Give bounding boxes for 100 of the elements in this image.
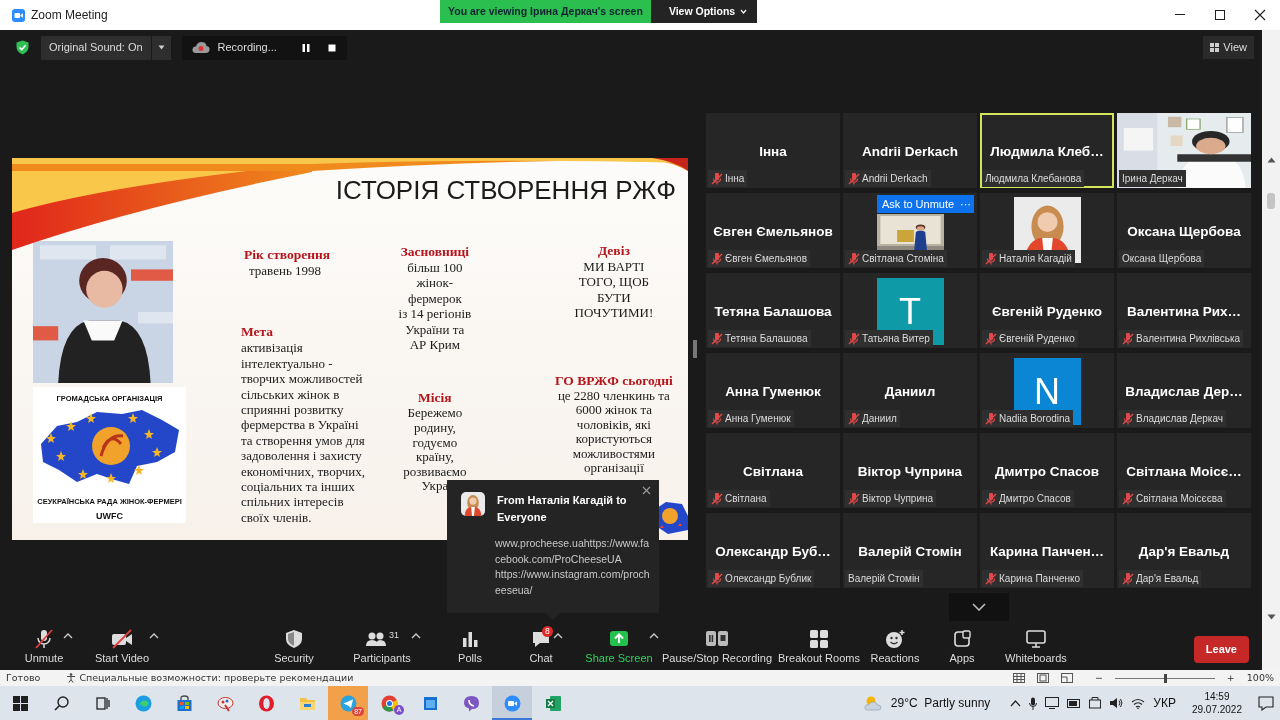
video-tile[interactable]: Ірина Деркач — [1117, 113, 1251, 188]
caret-button[interactable] — [411, 633, 421, 639]
toolbar-button[interactable]: Share Screen — [583, 629, 655, 665]
video-tile[interactable]: Віктор Чуприна Віктор Чуприна — [843, 433, 977, 508]
accessibility-icon — [66, 673, 77, 683]
scrollbar-thumb[interactable] — [1267, 193, 1275, 209]
speaker-icon[interactable] — [1109, 697, 1124, 709]
toolbar-button[interactable]: Apps — [944, 629, 980, 665]
splitter-handle[interactable] — [693, 340, 697, 358]
video-tile[interactable]: Інна Інна — [706, 113, 840, 188]
video-tile[interactable]: Даниил Даниил — [843, 353, 977, 428]
logo-caption: UWFC — [96, 509, 123, 523]
chat-message: www.procheese.uahttps://www.facebook.com/ProCheeseUA https://www.instagram.com/procheeseua/ — [495, 536, 651, 598]
toolbar-button[interactable]: Unmute — [19, 629, 69, 665]
slider-thumb[interactable] — [1163, 673, 1167, 683]
status-text: Готово — [6, 670, 41, 685]
video-tile[interactable]: Наталія Кагадій — [980, 193, 1114, 268]
mic-icon[interactable] — [1029, 696, 1038, 710]
video-tile[interactable]: T Татьяна Витер — [843, 273, 977, 348]
video-tile[interactable]: Світлана Моісє… Світлана Моісєєва — [1117, 433, 1251, 508]
pause-icon[interactable] — [300, 42, 311, 53]
video-tile[interactable]: Олександр Буб… Олександр Бублик — [706, 513, 840, 588]
notification-icon[interactable] — [1258, 695, 1274, 711]
ask-to-unmute-button[interactable]: Ask to Unmute — [877, 195, 960, 213]
video-tile[interactable]: Владислав Дер… Владислав Деркач — [1117, 353, 1251, 428]
browser-icon — [380, 694, 398, 712]
normal-view-icon[interactable] — [1012, 673, 1025, 683]
clock-date[interactable]: 29.07.2022 — [1191, 703, 1242, 716]
video-tile[interactable]: Людмила Клеб… Людмила Клебанова — [980, 113, 1114, 188]
more-button[interactable]: ··· — [957, 195, 974, 213]
participant-count: 31 — [389, 629, 399, 642]
maximize-icon[interactable] — [1214, 9, 1226, 21]
zoom-out-button[interactable]: − — [1094, 670, 1103, 686]
video-tile[interactable]: Валентина Рих… Валентина Рихлівська — [1117, 273, 1251, 348]
screen-share-banner: You are viewing Ірина Деркач's screen — [440, 0, 651, 23]
participant-label: Наталія Кагадій — [999, 252, 1072, 265]
accessibility-status[interactable]: Специальные возможности: проверьте рекомендации — [79, 670, 354, 686]
video-tile[interactable]: Валерій Стомін Валерій Стомін — [843, 513, 977, 588]
video-tile[interactable]: Ask to Unmute ··· Світлана Стоміна — [843, 193, 977, 268]
chevron-up-icon[interactable] — [1010, 699, 1022, 707]
toolbar-button[interactable]: Security — [266, 629, 322, 665]
participant-label: Владислав Деркач — [1136, 412, 1224, 425]
original-sound-dropdown[interactable]: Original Sound: On — [41, 35, 171, 60]
participant-label: Світлана Стоміна — [862, 252, 944, 265]
participant-label: Валентина Рихлівська — [1136, 332, 1241, 345]
view-options-button[interactable]: View Options — [650, 0, 758, 23]
toolbar-button[interactable]: Reactions — [867, 629, 923, 665]
video-tile[interactable]: Дмитро Спасов Дмитро Спасов — [980, 433, 1114, 508]
weather-text[interactable]: 29°C Partly sunny — [890, 694, 991, 712]
toolbar-button[interactable]: Whiteboards — [1000, 629, 1072, 665]
toolbar-button[interactable]: 8 Chat — [523, 629, 559, 665]
caret-button[interactable] — [553, 633, 563, 639]
leave-button[interactable]: Leave — [1193, 636, 1249, 663]
close-icon[interactable] — [1254, 9, 1266, 21]
toolbar-button[interactable]: 31 Participants — [347, 629, 417, 665]
toolbar-button[interactable]: Pause/Stop Recording — [659, 629, 775, 665]
slide-heading: Девіз — [596, 243, 631, 259]
video-tile[interactable]: Тетяна Балашова Тетяна Балашова — [706, 273, 840, 348]
video-tile[interactable]: Andrii Derkach Andrii Derkach — [843, 113, 977, 188]
video-tile[interactable]: Євгеній Руденко Євгеній Руденко — [980, 273, 1114, 348]
monitor-icon[interactable] — [1045, 697, 1060, 709]
wifi-icon[interactable] — [1131, 697, 1146, 709]
participant-name: Євген Ємельянов — [713, 223, 833, 240]
scroll-down-icon[interactable] — [1266, 614, 1276, 620]
slide-title: ІСТОРІЯ СТВОРЕННЯ РЖФ — [335, 174, 676, 206]
participant-label: Людмила Клебанова — [985, 172, 1082, 185]
shield-icon[interactable] — [16, 40, 29, 55]
page-break-icon[interactable] — [1060, 673, 1073, 683]
participant-label: Віктор Чуприна — [862, 492, 934, 505]
zoom-level: 100% — [1246, 670, 1274, 685]
caret-button[interactable] — [63, 633, 73, 639]
slide-heading: ГО ВРЖФ сьогодні — [554, 372, 674, 389]
scroll-up-icon[interactable] — [1266, 157, 1276, 163]
caret-button[interactable] — [149, 633, 159, 639]
page-layout-icon[interactable] — [1036, 673, 1049, 683]
chevron-down-icon — [971, 603, 986, 611]
input-language[interactable]: УКР — [1153, 694, 1176, 712]
video-tile[interactable]: Анна Гуменюк Анна Гуменюк — [706, 353, 840, 428]
battery-icon[interactable] — [1067, 698, 1082, 708]
toolbar-button[interactable]: Start Video — [89, 629, 155, 665]
toolbar-button[interactable]: Breakout Rooms — [777, 629, 861, 665]
video-tile[interactable]: N Nadiia Borodina — [980, 353, 1114, 428]
video-tile[interactable]: Карина Панчен… Карина Панченко — [980, 513, 1114, 588]
zoom-in-button[interactable]: + — [1226, 670, 1235, 686]
participant-label: Світлана Моісєєва — [1136, 492, 1223, 505]
participant-label: Оксана Щербова — [1122, 252, 1202, 265]
toolbar-button[interactable]: Polls — [452, 629, 488, 665]
video-tile[interactable]: Євген Ємельянов Євген Ємельянов — [706, 193, 840, 268]
grid-icon — [1210, 43, 1220, 52]
ring-icon — [257, 694, 275, 712]
view-button[interactable]: View — [1203, 36, 1254, 59]
caret-icon — [740, 9, 748, 14]
shopping-bag-icon — [175, 694, 193, 712]
participant-name: Валентина Рих… — [1127, 303, 1241, 320]
stop-icon[interactable] — [326, 42, 337, 53]
caret-button[interactable] — [649, 633, 659, 639]
clock-time[interactable]: 14:59 — [1204, 690, 1230, 703]
video-tile[interactable]: Дар'я Евальд Дар'я Евальд — [1117, 513, 1251, 588]
video-tile[interactable]: Оксана Щербова Оксана Щербова — [1117, 193, 1251, 268]
video-tile[interactable]: Світлана Світлана — [706, 433, 840, 508]
